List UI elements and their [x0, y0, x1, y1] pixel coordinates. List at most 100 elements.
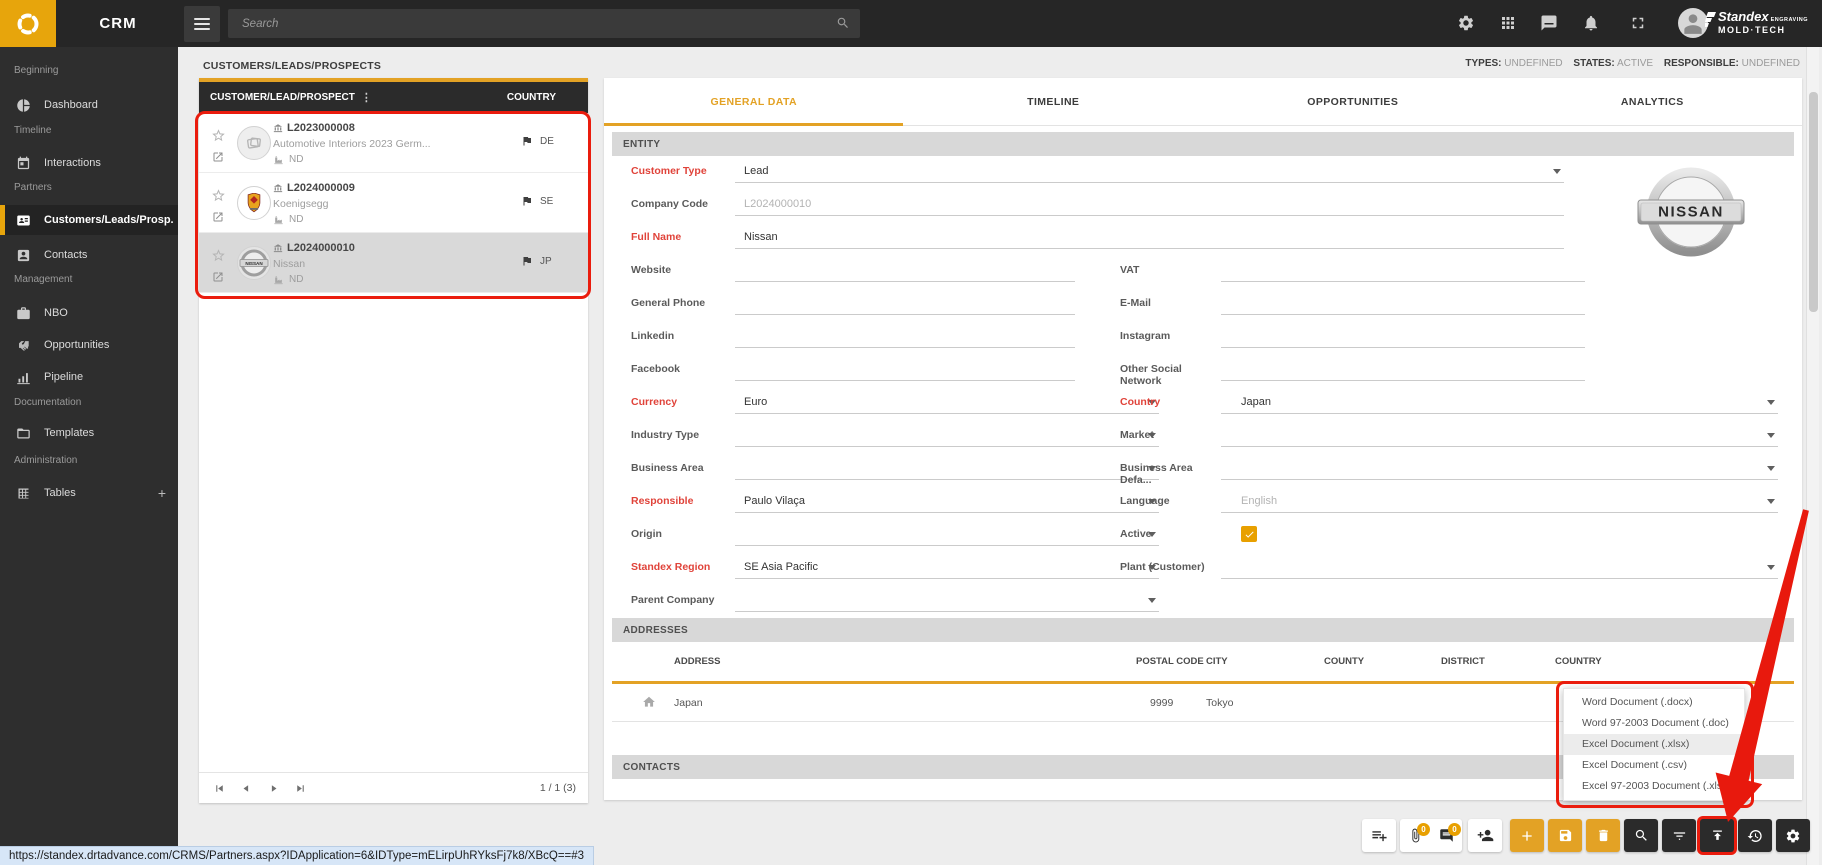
briefcase-icon	[16, 306, 32, 321]
menu-item-excel-xlsx[interactable]: Excel Document (.xlsx)	[1564, 734, 1744, 755]
previous-page-icon[interactable]	[240, 782, 253, 795]
delete-button[interactable]	[1586, 819, 1620, 852]
id-card-icon	[16, 213, 32, 228]
field-label-responsible: Responsible	[631, 495, 694, 507]
next-page-icon[interactable]	[267, 782, 280, 795]
facebook-field[interactable]	[735, 357, 1075, 381]
sidebar-item-pipeline[interactable]: Pipeline	[0, 362, 178, 392]
nissan-company-logo: NISSAN	[1637, 165, 1745, 267]
sidebar-item-nbo[interactable]: NBO	[0, 298, 178, 328]
email-field[interactable]	[1221, 291, 1585, 315]
attachments-count-badge: 0	[1417, 823, 1430, 836]
scrollbar-thumb[interactable]	[1809, 92, 1818, 312]
search-icon[interactable]	[836, 16, 850, 30]
open-record-icon[interactable]	[212, 211, 224, 223]
active-checkbox[interactable]	[1241, 526, 1257, 542]
sidebar-item-interactions[interactable]: Interactions	[0, 148, 178, 178]
menu-item-word-doc[interactable]: Word 97-2003 Document (.doc)	[1564, 713, 1744, 734]
history-button[interactable]	[1738, 819, 1772, 852]
favorite-star-icon[interactable]	[211, 188, 226, 203]
chat-icon[interactable]	[1540, 14, 1558, 32]
notifications-bell-icon[interactable]	[1582, 14, 1600, 32]
comments-button[interactable]: 0	[1439, 823, 1461, 843]
menu-toggle-button[interactable]	[184, 6, 220, 42]
user-avatar[interactable]	[1678, 8, 1708, 38]
responsible-value: UNDEFINED	[1741, 58, 1800, 69]
toolbar-settings-button[interactable]	[1776, 819, 1810, 852]
export-upload-button[interactable]	[1700, 819, 1734, 852]
favorite-star-icon[interactable]	[211, 128, 226, 143]
delete-row-icon[interactable]: ✕	[1750, 692, 1763, 712]
column-header-customer[interactable]: CUSTOMER/LEAD/PROSPECT	[210, 92, 355, 103]
list-item-selected[interactable]: NISSAN L2024000010 Nissan ND JP	[199, 233, 588, 293]
industry-type-select[interactable]	[735, 423, 1159, 447]
tab-timeline[interactable]: TIMELINE	[904, 78, 1204, 125]
sidebar-item-tables[interactable]: Tables +	[0, 478, 178, 508]
instagram-field[interactable]	[1221, 324, 1585, 348]
customer-type-select[interactable]: Lead	[735, 159, 1564, 183]
menu-item-excel-xls[interactable]: Excel 97-2003 Document (.xls)	[1564, 776, 1744, 797]
menu-item-excel-csv[interactable]: Excel Document (.csv)	[1564, 755, 1744, 776]
sidebar-item-opportunities[interactable]: Opportunities	[0, 330, 178, 360]
list-pagination: 1 / 1 (3)	[199, 772, 588, 803]
global-search	[228, 9, 860, 38]
states-value: ACTIVE	[1616, 58, 1654, 69]
list-item[interactable]: L2023000008 Automotive Interiors 2023 Ge…	[199, 113, 588, 173]
market-select[interactable]	[1221, 423, 1778, 447]
standex-region-select[interactable]: SE Asia Pacific	[735, 555, 1159, 579]
column-header-country[interactable]: COUNTRY	[507, 92, 556, 103]
sidebar-item-label: Interactions	[44, 157, 101, 169]
brand-suffix: ENGRAVING	[1770, 17, 1808, 23]
responsible-select[interactable]: Paulo Vilaça	[735, 489, 1159, 513]
record-nd: ND	[289, 154, 304, 165]
filter-button[interactable]	[1662, 819, 1696, 852]
chevron-down-icon	[1767, 499, 1775, 504]
first-page-icon[interactable]	[213, 782, 226, 795]
plant-customer-select[interactable]	[1221, 555, 1778, 579]
vat-field[interactable]	[1221, 258, 1585, 282]
fullscreen-icon[interactable]	[1629, 14, 1647, 32]
open-record-icon[interactable]	[212, 271, 224, 283]
apps-grid-icon[interactable]	[1499, 14, 1517, 32]
factory-icon	[273, 275, 284, 285]
tab-general-data[interactable]: GENERAL DATA	[604, 78, 904, 125]
sidebar-item-dashboard[interactable]: Dashboard	[0, 90, 178, 120]
save-button[interactable]	[1548, 819, 1582, 852]
menu-item-word-docx[interactable]: Word Document (.docx)	[1564, 692, 1744, 713]
search-input[interactable]	[228, 9, 860, 38]
field-label-customer-type: Customer Type	[631, 165, 707, 177]
vertical-scrollbar[interactable]	[1806, 47, 1819, 865]
sidebar-item-templates[interactable]: Templates	[0, 418, 178, 448]
add-table-button[interactable]: +	[158, 485, 166, 501]
tab-opportunities[interactable]: OPPORTUNITIES	[1203, 78, 1503, 125]
column-menu-icon[interactable]: ⋮	[361, 91, 372, 104]
open-record-icon[interactable]	[212, 151, 224, 163]
attachments-button[interactable]: 0	[1408, 823, 1430, 843]
last-page-icon[interactable]	[294, 782, 307, 795]
other-social-network-field[interactable]	[1221, 357, 1585, 381]
search-records-button[interactable]	[1624, 819, 1658, 852]
company-code-field[interactable]: L2024000010	[735, 192, 1564, 216]
app-logo[interactable]	[0, 0, 56, 47]
linkedin-field[interactable]	[735, 324, 1075, 348]
currency-select[interactable]: Euro	[735, 390, 1159, 414]
list-item[interactable]: L2024000009 Koenigsegg ND SE	[199, 173, 588, 233]
table-grid-icon	[16, 486, 32, 501]
sidebar-item-contacts[interactable]: Contacts	[0, 240, 178, 270]
website-field[interactable]	[735, 258, 1075, 282]
parent-company-select[interactable]	[735, 588, 1159, 612]
assign-person-button[interactable]	[1468, 819, 1502, 852]
general-phone-field[interactable]	[735, 291, 1075, 315]
full-name-field[interactable]: Nissan	[735, 225, 1564, 249]
language-select[interactable]: English	[1221, 489, 1778, 513]
add-record-button[interactable]	[1510, 819, 1544, 852]
business-area-select[interactable]	[735, 456, 1159, 480]
sidebar-item-customers-leads-prospects[interactable]: Customers/Leads/Prosp.	[0, 205, 178, 235]
tab-analytics[interactable]: ANALYTICS	[1503, 78, 1803, 125]
settings-icon[interactable]	[1457, 14, 1475, 32]
add-to-list-button[interactable]	[1362, 819, 1396, 852]
country-select[interactable]: Japan	[1221, 390, 1778, 414]
business-area-default-select[interactable]	[1221, 456, 1778, 480]
origin-select[interactable]	[735, 522, 1159, 546]
favorite-star-icon[interactable]	[211, 248, 226, 263]
